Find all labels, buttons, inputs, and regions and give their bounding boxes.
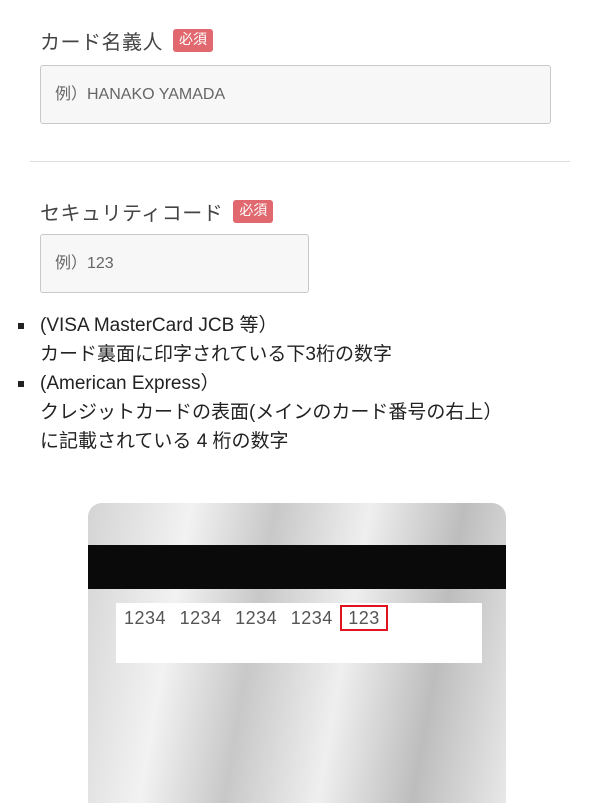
card-back: 1234 1234 1234 1234 123 [88,503,506,803]
required-badge: 必須 [233,200,274,223]
bullet-icon [18,381,24,387]
cardholder-name-label: カード名義人 [40,30,163,54]
card-back-illustration: 1234 1234 1234 1234 123 [80,475,520,803]
card-number-group: 1234 [235,608,278,628]
note-line: (American Express） [40,373,220,394]
security-code-highlight: 123 [340,605,388,631]
magnetic-stripe [88,545,506,589]
required-badge: 必須 [173,29,213,52]
note-line: (VISA MasterCard JCB 等） [40,315,278,336]
card-number-group: 1234 [179,608,222,628]
security-code-label: セキュリティコード [40,201,224,225]
note-line: に記載されている 4 桁の数字 [40,431,289,452]
card-number-group: 1234 [290,608,333,628]
bullet-icon [18,323,24,329]
list-item: (American Express） クレジットカードの表面(メインのカード番号… [18,369,578,456]
section-divider [30,161,570,162]
cardholder-name-input[interactable] [40,65,551,124]
security-code-label-row: セキュリティコード 必須 [40,197,274,226]
note-line: カード裏面に印字されている下3桁の数字 [40,344,392,365]
card-number-group: 1234 [124,608,167,628]
card-number-digits: 1234 1234 1234 1234 123 [124,605,396,631]
list-item: (VISA MasterCard JCB 等） カード裏面に印字されている下3桁… [18,311,578,369]
signature-panel: 1234 1234 1234 1234 123 [116,603,482,663]
security-code-notes: (VISA MasterCard JCB 等） カード裏面に印字されている下3桁… [18,311,578,456]
cardholder-name-label-row: カード名義人 必須 [40,26,213,55]
security-code-input[interactable] [40,234,309,293]
note-line: クレジットカードの表面(メインのカード番号の右上） [40,402,503,423]
